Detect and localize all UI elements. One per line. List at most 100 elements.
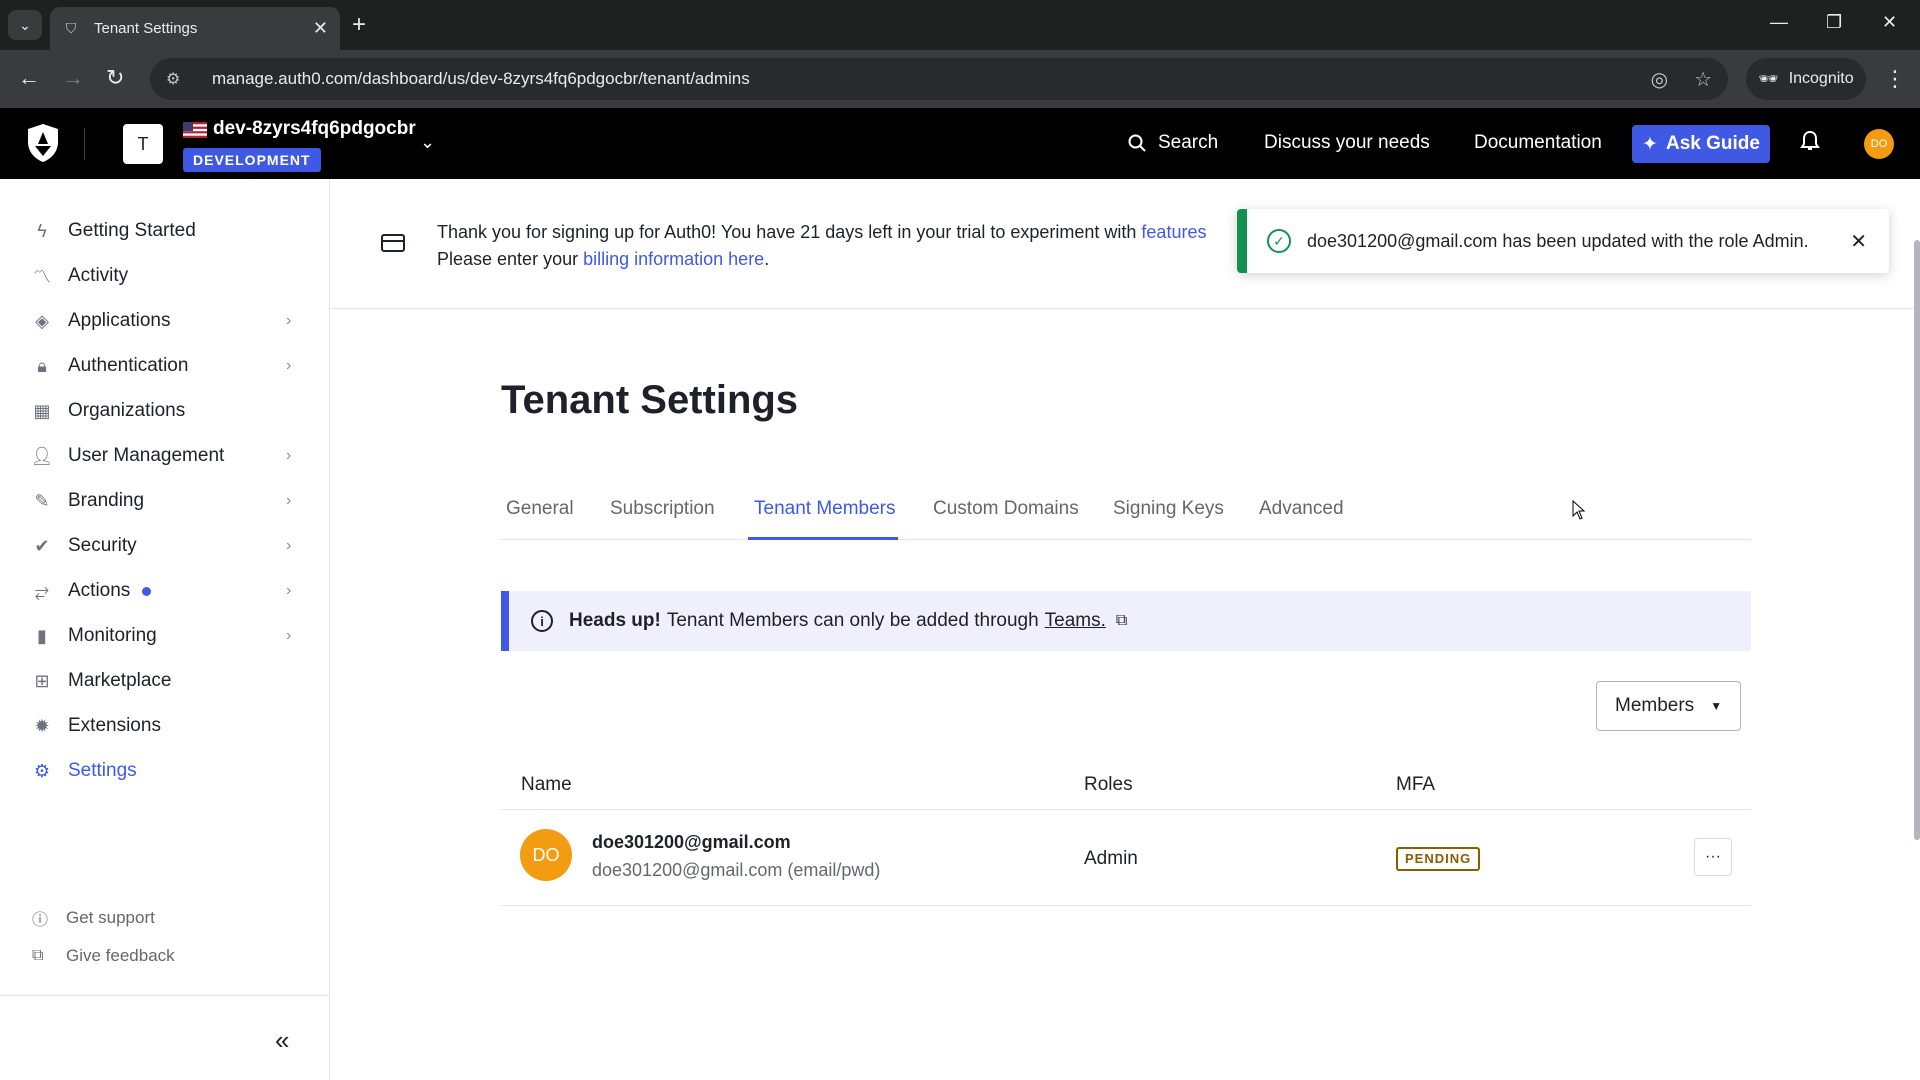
sidebar-item-label: Marketplace bbox=[68, 670, 172, 691]
sidebar-item-authentication[interactable]: 🔒︎ Authentication › bbox=[0, 344, 330, 388]
browser-tab-title: Tenant Settings bbox=[94, 20, 198, 37]
tab-custom-domains[interactable]: Custom Domains bbox=[933, 498, 1079, 520]
member-role: Admin bbox=[1084, 848, 1138, 869]
members-filter-value: Members bbox=[1615, 695, 1695, 716]
close-window-button[interactable]: ✕ bbox=[1882, 12, 1897, 33]
tenant-switcher-chevron-icon[interactable]: ⌄ bbox=[420, 132, 435, 153]
success-toast: ✓ doe301200@gmail.com has been updated w… bbox=[1237, 209, 1889, 273]
browser-tab-bar: ⌄ ⛉ Tenant Settings ✕ + — ❐ ✕ bbox=[0, 0, 1920, 50]
members-filter-select[interactable]: Members ▼ bbox=[1596, 681, 1741, 731]
grid-plus-icon: ⊞ bbox=[34, 670, 50, 691]
sidebar-item-branding[interactable]: ✎ Branding › bbox=[0, 479, 330, 523]
tab-tenant-members[interactable]: Tenant Members bbox=[754, 498, 896, 520]
features-link[interactable]: features bbox=[1141, 222, 1206, 242]
sidebar-item-applications[interactable]: ◈ Applications › bbox=[0, 299, 330, 343]
close-tab-icon[interactable]: ✕ bbox=[313, 18, 328, 39]
bolt-icon: ϟ bbox=[37, 220, 47, 241]
eye-off-icon[interactable]: ◎ bbox=[1651, 67, 1668, 92]
mouse-cursor-icon bbox=[1572, 500, 1586, 520]
incognito-label: Incognito bbox=[1788, 70, 1854, 87]
sidebar-item-activity[interactable]: 〽 Activity bbox=[0, 254, 330, 298]
tab-signing-keys[interactable]: Signing Keys bbox=[1113, 498, 1224, 520]
browser-menu-button[interactable]: ⋮ bbox=[1884, 66, 1906, 92]
browser-tab[interactable]: ⛉ Tenant Settings ✕ bbox=[50, 7, 340, 50]
activity-icon: 〽 bbox=[33, 267, 51, 287]
get-support-link[interactable]: ⓘ Get support bbox=[0, 903, 330, 933]
restore-window-button[interactable]: ❐ bbox=[1826, 12, 1842, 33]
sidebar-item-actions[interactable]: ⥂ Actions › bbox=[0, 569, 330, 613]
sidebar-item-getting-started[interactable]: ϟ Getting Started bbox=[0, 209, 330, 253]
sidebar-item-marketplace[interactable]: ⊞ Marketplace bbox=[0, 659, 330, 703]
browser-toolbar: ← → ↻ ⚙ manage.auth0.com/dashboard/us/de… bbox=[0, 50, 1920, 108]
bell-icon[interactable] bbox=[1800, 130, 1820, 158]
users-icon: 👤︎ bbox=[30, 445, 54, 466]
sidebar-item-label: Getting Started bbox=[68, 220, 196, 241]
forward-button[interactable]: → bbox=[62, 66, 84, 90]
search-button[interactable]: Search bbox=[1128, 132, 1218, 154]
bookmark-star-icon[interactable]: ☆ bbox=[1694, 67, 1712, 92]
gear-icon: ⚙ bbox=[33, 760, 51, 781]
shield-favicon-icon: ⛉ bbox=[65, 20, 77, 36]
trial-banner-line2-suffix: . bbox=[764, 249, 770, 269]
heads-up-text: Tenant Members can only be added through bbox=[666, 610, 1039, 631]
tab-advanced[interactable]: Advanced bbox=[1259, 498, 1344, 520]
check-circle-icon: ✓ bbox=[1267, 229, 1291, 253]
sidebar-item-label: Applications bbox=[68, 310, 171, 331]
page-scrollbar[interactable] bbox=[1914, 240, 1920, 840]
page-title: Tenant Settings bbox=[501, 378, 799, 422]
info-icon: i bbox=[531, 610, 553, 632]
billing-information-link[interactable]: billing information here bbox=[583, 249, 764, 269]
sidebar-item-organizations[interactable]: ▦ Organizations bbox=[0, 389, 330, 433]
feedback-icon: ⧉ bbox=[32, 947, 44, 964]
incognito-indicator[interactable]: 🕶 Incognito bbox=[1746, 58, 1866, 100]
address-bar[interactable]: ⚙ manage.auth0.com/dashboard/us/dev-8zyr… bbox=[150, 58, 1728, 100]
trial-banner-line1: Thank you for signing up for Auth0! You … bbox=[437, 222, 1142, 242]
sidebar-item-extensions[interactable]: ✹ Extensions bbox=[0, 704, 330, 748]
teams-link[interactable]: Teams. bbox=[1045, 610, 1106, 632]
reload-button[interactable]: ↻ bbox=[106, 66, 124, 90]
sidebar-item-settings[interactable]: ⚙ Settings bbox=[0, 749, 330, 793]
member-connection: doe301200@gmail.com (email/pwd) bbox=[592, 860, 881, 880]
tab-subscription[interactable]: Subscription bbox=[610, 498, 715, 520]
sidebar-divider bbox=[0, 995, 330, 996]
sidebar-item-user-management[interactable]: 👤︎ User Management › bbox=[0, 434, 330, 478]
chevron-right-icon: › bbox=[286, 582, 292, 599]
tenant-avatar[interactable]: T bbox=[123, 124, 163, 164]
sidebar-item-label: Security bbox=[68, 535, 137, 556]
external-link-icon[interactable]: ⧉ bbox=[1116, 612, 1127, 630]
environment-badge: DEVELOPMENT bbox=[183, 148, 321, 172]
column-header-mfa: MFA bbox=[1396, 774, 1436, 795]
back-button[interactable]: ← bbox=[18, 66, 40, 90]
auth0-logo-icon[interactable] bbox=[24, 122, 62, 164]
help-circle-icon: ⓘ bbox=[32, 912, 49, 929]
member-avatar: DO bbox=[520, 829, 572, 881]
sidebar-item-label: Settings bbox=[68, 760, 137, 781]
give-feedback-link[interactable]: ⧉ Give feedback bbox=[0, 941, 330, 971]
ask-guide-button[interactable]: ✦ Ask Guide bbox=[1632, 125, 1770, 163]
us-flag-icon bbox=[183, 122, 207, 138]
tenant-name[interactable]: dev-8zyrs4fq6pdgocbr bbox=[213, 118, 416, 140]
collapse-sidebar-icon[interactable]: « bbox=[275, 1025, 289, 1056]
tab-general[interactable]: General bbox=[506, 498, 574, 520]
trial-banner-line2: Please enter your bbox=[437, 249, 584, 269]
sidebar: ϟ Getting Started 〽 Activity ◈ Applications… bbox=[0, 179, 330, 1080]
row-actions-button[interactable]: ··· bbox=[1694, 838, 1732, 876]
more-horizontal-icon: ··· bbox=[1705, 848, 1721, 865]
sparkle-icon: ✦ bbox=[1642, 133, 1658, 155]
sidebar-item-monitoring[interactable]: ▮ Monitoring › bbox=[0, 614, 330, 658]
minimize-window-button[interactable]: — bbox=[1770, 12, 1788, 33]
documentation-link[interactable]: Documentation bbox=[1474, 132, 1602, 154]
site-info-icon[interactable]: ⚙ bbox=[166, 69, 188, 89]
sidebar-item-security[interactable]: ✔ Security › bbox=[0, 524, 330, 568]
table-header: Name Roles MFA bbox=[501, 762, 1751, 810]
url-text[interactable]: manage.auth0.com/dashboard/us/dev-8zyrs4… bbox=[212, 69, 1625, 89]
user-avatar[interactable]: DO bbox=[1864, 129, 1894, 159]
new-tab-button[interactable]: + bbox=[352, 12, 366, 38]
tab-search-button[interactable]: ⌄ bbox=[8, 10, 42, 40]
column-header-name: Name bbox=[521, 774, 572, 795]
sidebar-item-label: Monitoring bbox=[68, 625, 157, 646]
close-toast-icon[interactable]: ✕ bbox=[1850, 229, 1867, 254]
chevron-right-icon: › bbox=[286, 492, 292, 509]
discuss-needs-link[interactable]: Discuss your needs bbox=[1264, 132, 1430, 154]
header-divider bbox=[84, 128, 85, 160]
